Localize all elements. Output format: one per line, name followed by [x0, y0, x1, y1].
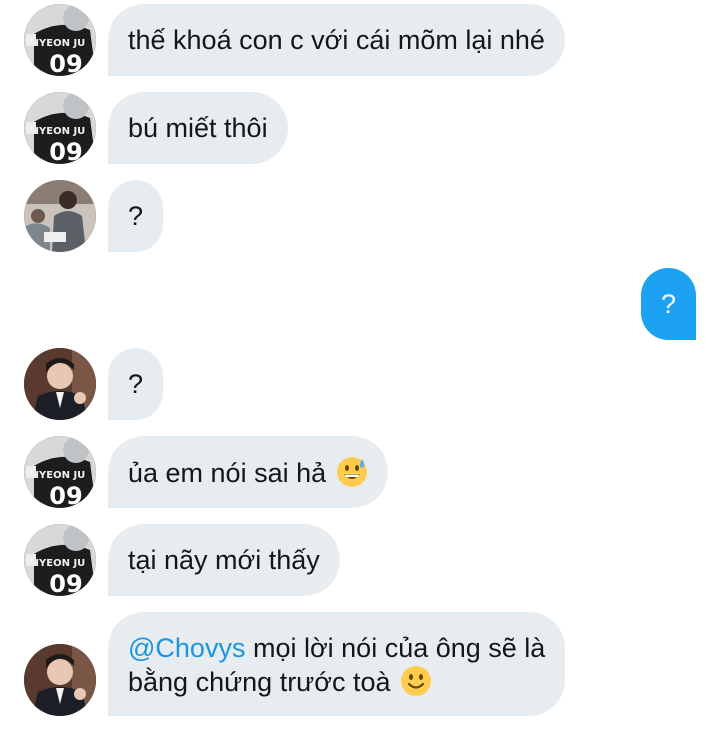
svg-text:HYEON JU: HYEON JU: [31, 38, 86, 49]
avatar-jersey-image: HYEON JU 09: [24, 92, 96, 164]
svg-text:09: 09: [49, 570, 82, 596]
svg-text:HYEON JU: HYEON JU: [31, 126, 86, 137]
message-bubble[interactable]: tại nãy mới thấy: [108, 524, 340, 596]
message-text: bằng chứng trước toà: [128, 667, 391, 697]
mention-link[interactable]: @Chovys: [128, 633, 245, 663]
message-text: tại nãy mới thấy: [128, 545, 320, 575]
message-text: ?: [128, 201, 144, 231]
message-bubble[interactable]: ủa em nói sai hả: [108, 436, 388, 508]
message-text: thế khoá con c với cái mõm lại nhé: [128, 25, 545, 55]
message-bubble[interactable]: @Chovys mọi lời nói của ông sẽ là bằng c…: [108, 612, 566, 716]
avatar-suit-portrait[interactable]: [24, 348, 96, 420]
avatar-group-photo[interactable]: [24, 180, 96, 252]
message-line-1: @Chovys mọi lời nói của ông sẽ là: [128, 632, 545, 665]
avatar-jersey[interactable]: HYEON JU 09: [24, 436, 96, 508]
svg-text:09: 09: [49, 50, 82, 76]
avatar-group-photo-image: [24, 180, 96, 252]
message-line-2: bằng chứng trước toà: [128, 665, 545, 699]
svg-text:HYEON JU: HYEON JU: [31, 470, 86, 481]
message-text: ủa em nói sai hả: [128, 458, 327, 488]
avatar-suit-portrait-image: [24, 644, 96, 716]
message-text: ?: [128, 369, 144, 399]
svg-text:HYEON JU: HYEON JU: [31, 558, 86, 569]
slightly-smiling-emoji-icon: [400, 665, 432, 697]
message-bubble[interactable]: bú miết thôi: [108, 92, 288, 164]
message-bubble[interactable]: ?: [108, 348, 164, 420]
message-text: mọi lời nói của ông sẽ là: [245, 633, 546, 663]
avatar-jersey-image: HYEON JU 09: [24, 4, 96, 76]
avatar-suit-portrait-image: [24, 348, 96, 420]
message-bubble[interactable]: thế khoá con c với cái mõm lại nhé: [108, 4, 565, 76]
message-text: bú miết thôi: [128, 113, 268, 143]
my-message-bubble[interactable]: ?: [640, 268, 696, 340]
message-bubble[interactable]: ?: [108, 180, 164, 252]
grinning-sweat-emoji-icon: [336, 456, 368, 488]
svg-text:09: 09: [49, 138, 82, 164]
avatar-jersey[interactable]: HYEON JU 09: [24, 4, 96, 76]
avatar-suit-portrait[interactable]: [24, 644, 96, 716]
avatar-jersey-image: HYEON JU 09: [24, 524, 96, 596]
svg-text:09: 09: [49, 482, 82, 508]
avatar-jersey[interactable]: HYEON JU 09: [24, 524, 96, 596]
avatar-jersey-image: HYEON JU 09: [24, 436, 96, 508]
message-text: ?: [660, 289, 676, 319]
avatar-jersey[interactable]: HYEON JU 09: [24, 92, 96, 164]
